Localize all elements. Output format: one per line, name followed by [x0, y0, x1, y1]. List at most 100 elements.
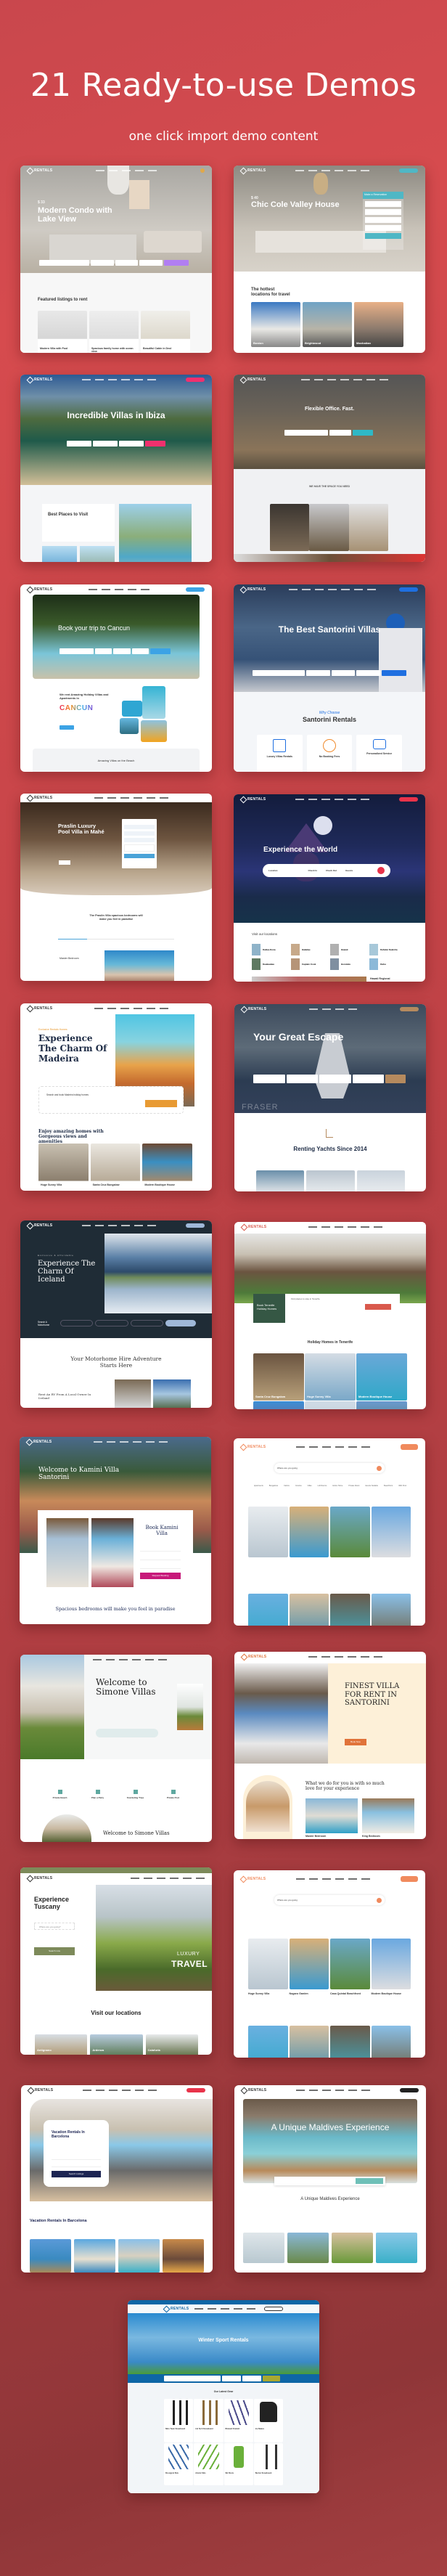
- search-button[interactable]: [165, 1320, 196, 1326]
- demo-card-chic-cole-valley[interactable]: RENTALS $ 40 Chic Cole Valley House Make…: [234, 166, 425, 353]
- listing-card[interactable]: Modern Boutique House: [356, 1353, 407, 1401]
- demo-card-rentals-grid-2[interactable]: RENTALS Where are you going Huge Sunny V…: [234, 1870, 425, 2058]
- demo-card-ibiza[interactable]: RENTALS Incredible Villas in Ibiza Best …: [20, 375, 212, 562]
- location-item[interactable]: Captain Cook: [291, 958, 326, 970]
- listing-card[interactable]: Nogaro Garden: [289, 1507, 329, 1557]
- search-panel[interactable]: Find places to stay in Tenerife: [285, 1294, 400, 1314]
- submit-property-button[interactable]: [399, 797, 418, 802]
- listing-card[interactable]: [371, 1594, 411, 1626]
- listing-card[interactable]: Santa Cruz Bungalow: [90, 1144, 141, 1190]
- place-tile[interactable]: Sant Antoni de Portmany: [119, 504, 192, 562]
- location-tile[interactable]: Calafuria: [145, 2034, 198, 2055]
- demo-card-simone[interactable]: Welcome to Simone Villas Private Beach P…: [20, 1655, 212, 1842]
- search-listings-button[interactable]: Search Listings: [52, 2171, 101, 2177]
- demo-card-kamini[interactable]: RENTALS Welcome to Kamini Villa Santorin…: [20, 1437, 211, 1624]
- category-item[interactable]: Events Suitable: [366, 1485, 378, 1487]
- space-tile[interactable]: [348, 504, 388, 551]
- listing-card[interactable]: [248, 2026, 288, 2058]
- location-item[interactable]: Kailua-Kona: [252, 944, 287, 955]
- search-bar[interactable]: Where are you going: [274, 1463, 385, 1473]
- location-tile[interactable]: Antignano: [35, 2034, 88, 2055]
- space-tile[interactable]: [309, 504, 349, 551]
- submit-property-button[interactable]: [399, 587, 418, 592]
- search-button[interactable]: [365, 233, 401, 239]
- gear-card[interactable]: Lib Tech Snowboard: [194, 2399, 224, 2442]
- demo-card-maldives[interactable]: RENTALS A Unique Maldives Experience A U…: [234, 2085, 426, 2273]
- demo-card-rentals-grid[interactable]: RENTALS Where are you going Apartments B…: [234, 1438, 425, 1626]
- listing-card[interactable]: Sunny Villa with Pool: [163, 2239, 204, 2273]
- listing-card[interactable]: Beautiful Bungalow: [305, 1401, 356, 1409]
- listing-card[interactable]: Huge Sunny Villa: [243, 2233, 284, 2263]
- demo-card-tuscany[interactable]: RENTALS LUXURY TRAVEL Experience Tuscany…: [20, 1867, 212, 2055]
- booking-form[interactable]: [122, 819, 157, 868]
- listing-card[interactable]: Huge Sunny Villa: [305, 1353, 356, 1401]
- place-tile[interactable]: [80, 546, 115, 562]
- submit-property-button[interactable]: [186, 587, 205, 592]
- category-item[interactable]: With Pool: [398, 1485, 406, 1487]
- demo-card-santorini[interactable]: RENTALS The Best Santorini Villas Why Ch…: [234, 584, 425, 772]
- search-bar[interactable]: Location Check In Check Out Guests: [263, 864, 390, 877]
- reservation-form[interactable]: Make a Reservation: [363, 192, 403, 250]
- listing-card[interactable]: Paradise Sea View: [118, 2239, 160, 2273]
- search-panel[interactable]: Search and book Madeira holiday homes: [38, 1086, 184, 1114]
- listing-card[interactable]: [248, 1594, 288, 1626]
- category-item[interactable]: Condos: [295, 1485, 302, 1487]
- search-bar[interactable]: [67, 441, 165, 447]
- search-button[interactable]: [145, 441, 165, 447]
- search-button[interactable]: [163, 260, 189, 266]
- search-bar[interactable]: [284, 430, 373, 436]
- category-item[interactable]: Entire Home: [332, 1485, 343, 1487]
- search-bar[interactable]: [60, 648, 171, 654]
- search-bar[interactable]: [60, 1320, 196, 1326]
- listing-card[interactable]: Casa Quintal Beachfront: [330, 1507, 370, 1557]
- search-button[interactable]: [377, 1897, 382, 1903]
- category-item[interactable]: Private Room: [348, 1485, 359, 1487]
- gear-card[interactable]: Burton Snowboard: [253, 2443, 283, 2485]
- demo-card-office[interactable]: RENTALS Flexible Office. Fast. WE HAVE T…: [234, 375, 425, 562]
- submit-property-button[interactable]: [400, 2088, 419, 2092]
- location-tile[interactable]: Boston: [251, 302, 300, 347]
- book-now-button[interactable]: Book Now: [345, 1739, 366, 1745]
- category-item[interactable]: Beachfront: [384, 1485, 393, 1487]
- search-input[interactable]: Where are you going?: [34, 1923, 75, 1930]
- submit-listing-button[interactable]: [264, 2307, 283, 2311]
- category-item[interactable]: Villas: [308, 1485, 312, 1487]
- category-item[interactable]: Cabins: [284, 1485, 290, 1487]
- gear-card[interactable]: Blizzard Firebird: [224, 2399, 253, 2442]
- demo-card-tenerife[interactable]: RENTALS Book Tenerife Holiday Homes Find…: [234, 1222, 426, 1409]
- search-now-button[interactable]: Search now: [34, 1947, 75, 1955]
- demo-card-finest-villa[interactable]: RENTALS FINEST VILLA FOR RENT IN SANTORI…: [234, 1652, 426, 1839]
- submit-property-button[interactable]: [401, 1876, 418, 1882]
- listing-card[interactable]: [289, 1594, 329, 1626]
- location-item[interactable]: Hawaii: [330, 944, 365, 955]
- search-bar[interactable]: [164, 2376, 280, 2381]
- submit-property-button[interactable]: [399, 168, 418, 173]
- demo-card-iceland[interactable]: RENTALS Exclusive & Affordable Experienc…: [20, 1220, 212, 1408]
- search-button[interactable]: [365, 1304, 391, 1310]
- location-item[interactable]: Honolulu: [330, 958, 365, 970]
- demo-card-experience-world[interactable]: RENTALS Experience the World Location Ch…: [234, 794, 425, 982]
- listing-card[interactable]: Modern Boutique House: [371, 1507, 411, 1557]
- yacht-card[interactable]: [256, 1170, 305, 1191]
- listing-card[interactable]: Beautiful Villa on the Beach: [356, 1401, 407, 1409]
- location-tile[interactable]: Manhattan: [354, 302, 403, 347]
- search-bar[interactable]: Where are you going: [274, 1895, 385, 1905]
- demo-card-modern-condo[interactable]: RENTALS $ 33 Modern Condo with Lake View…: [20, 166, 212, 353]
- demo-card-barcelona[interactable]: RENTALS Vacation Rentals In Barcelona Se…: [21, 2085, 213, 2273]
- search-panel[interactable]: Vacation Rentals In Barcelona Search Lis…: [44, 2120, 109, 2187]
- gear-card[interactable]: Nitro Team Snowboard: [164, 2399, 194, 2442]
- location-item[interactable]: Hakalau: [291, 944, 326, 955]
- search-button[interactable]: [377, 1465, 382, 1471]
- search-bar[interactable]: [96, 1729, 158, 1737]
- yacht-card[interactable]: [306, 1170, 355, 1191]
- location-item[interactable]: Kaukaukau: [252, 958, 287, 970]
- demo-card-cancun[interactable]: RENTALS Book your trip to Cancun We rent…: [20, 584, 212, 772]
- search-button[interactable]: [145, 1100, 177, 1107]
- search-button[interactable]: [263, 2376, 280, 2381]
- location-tile[interactable]: Brightwood: [303, 302, 352, 347]
- search-bar[interactable]: [274, 2177, 385, 2185]
- listing-card[interactable]: Spacious family home with ocean view: [89, 311, 139, 353]
- gear-card[interactable]: Ski Boots: [224, 2443, 253, 2485]
- location-item[interactable]: Oahu: [369, 958, 404, 970]
- book-button[interactable]: [124, 854, 155, 858]
